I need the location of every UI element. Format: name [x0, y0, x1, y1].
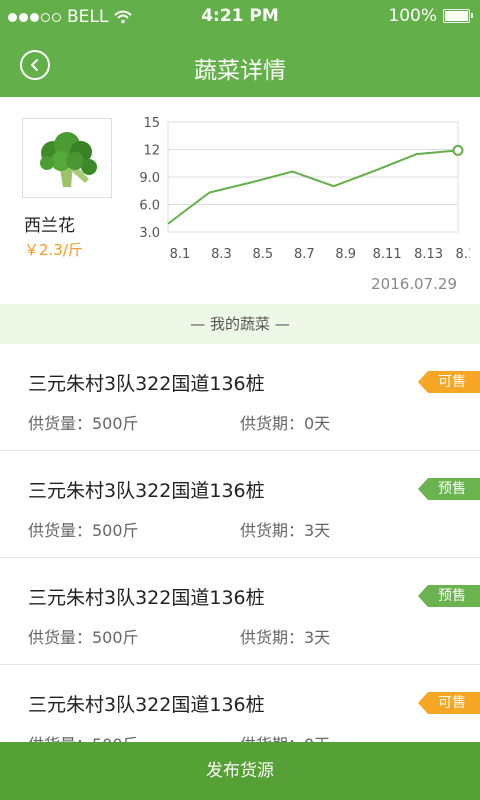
status-badge: 预售 — [418, 478, 480, 500]
y-tick-label: 9.0 — [139, 171, 160, 186]
y-tick-label: 15 — [143, 116, 160, 131]
series-line — [167, 149, 459, 225]
battery-percent: 100% — [388, 6, 437, 26]
vegetable-price: ￥2.3/斤 — [24, 241, 83, 259]
battery-icon — [443, 9, 473, 23]
item-title: 三元朱村3队322国道136桩 — [28, 373, 265, 395]
x-tick-label: 8.11 — [373, 247, 402, 262]
broccoli-icon — [40, 132, 97, 187]
status-right: 100% — [388, 6, 473, 26]
product-summary: 西兰花 ￥2.3/斤 15 12 9.0 6.0 3.0 8.1 8.3 8.5 8.7 8.9 8… — [0, 97, 480, 304]
x-tick-label: 8.3 — [211, 247, 232, 262]
page-title: 蔬菜详情 — [194, 58, 286, 84]
item-title: 三元朱村3队322国道136桩 — [28, 587, 265, 609]
price-line-chart: 15 12 9.0 6.0 3.0 8.1 8.3 8.5 8.7 8.9 8.11 8.13 8.15 — [139, 116, 470, 262]
supply-list: 三元朱村3队322国道136桩 可售 供货量：500斤 供货期：0天 三元朱村3… — [0, 344, 480, 772]
section-header: — 我的蔬菜 — — [0, 304, 480, 344]
status-badge: 可售 — [418, 371, 480, 393]
item-title: 三元朱村3队322国道136桩 — [28, 694, 265, 716]
supply-period: 供货期：3天 — [240, 628, 331, 647]
x-tick-label: 8.1 — [170, 247, 191, 262]
y-tick-label: 12 — [143, 144, 160, 159]
supply-quantity: 供货量：500斤 — [28, 628, 139, 647]
product-image — [22, 118, 112, 198]
vegetable-name: 西兰花 — [24, 216, 75, 236]
y-tick-label: 3.0 — [139, 226, 160, 241]
x-tick-label: 8.15 — [456, 247, 470, 262]
publish-supply-button[interactable]: 发布货源 — [0, 742, 480, 800]
data-point — [452, 144, 464, 156]
x-tick-label: 8.5 — [253, 247, 274, 262]
list-item[interactable]: 三元朱村3队322国道136桩 预售 供货量：500斤 供货期：3天 — [0, 558, 480, 665]
supply-quantity: 供货量：500斤 — [28, 521, 139, 540]
list-item[interactable]: 三元朱村3队322国道136桩 预售 供货量：500斤 供货期：3天 — [0, 451, 480, 558]
status-badge: 可售 — [418, 692, 480, 714]
y-tick-label: 6.0 — [139, 199, 160, 214]
item-title: 三元朱村3队322国道136桩 — [28, 480, 265, 502]
chart-date: 2016.07.29 — [371, 275, 457, 293]
supply-period: 供货期：0天 — [240, 414, 331, 433]
x-tick-label: 8.13 — [414, 247, 443, 262]
x-tick-label: 8.7 — [294, 247, 315, 262]
status-badge: 预售 — [418, 585, 480, 607]
supply-quantity: 供货量：500斤 — [28, 414, 139, 433]
list-item[interactable]: 三元朱村3队322国道136桩 可售 供货量：500斤 供货期：0天 — [0, 344, 480, 451]
nav-bar: 蔬菜详情 — [0, 33, 480, 97]
supply-period: 供货期：3天 — [240, 521, 331, 540]
app-header: BELL 4:21 PM 100% 蔬菜详情 — [0, 0, 480, 97]
x-tick-label: 8.9 — [335, 247, 356, 262]
status-bar: BELL 4:21 PM 100% — [0, 0, 480, 33]
